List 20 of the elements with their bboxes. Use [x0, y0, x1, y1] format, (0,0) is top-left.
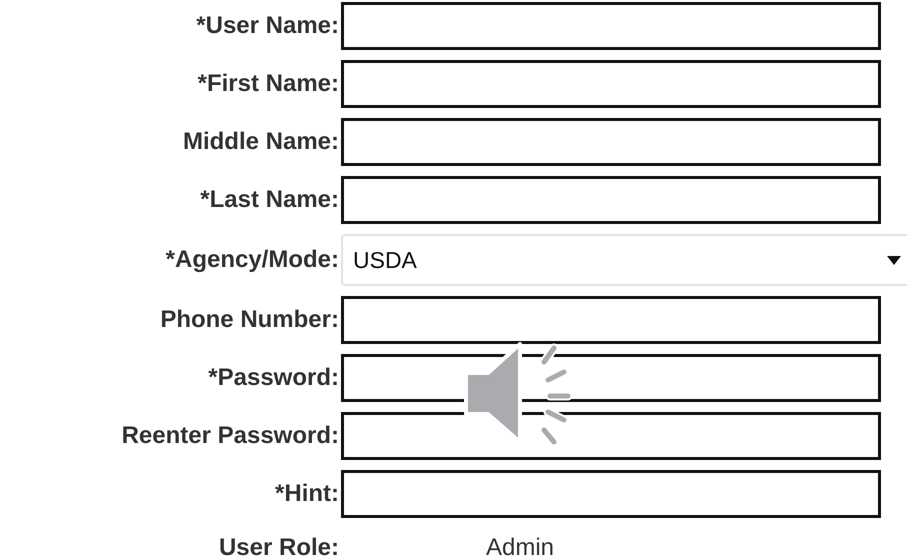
caret-icon: [887, 256, 901, 264]
input-field[interactable]: [341, 412, 881, 460]
input-field[interactable]: [341, 176, 881, 224]
input-field[interactable]: [341, 470, 881, 518]
input-field[interactable]: [341, 296, 881, 344]
field-label: *Hint:: [275, 480, 339, 508]
field-label: *User Name:: [196, 12, 339, 40]
field-label: User Role:: [218, 534, 339, 560]
field-label: *Last Name:: [200, 186, 339, 214]
field-label: Middle Name:: [182, 128, 339, 156]
field-label: Reenter Password:: [122, 422, 339, 450]
field-label: *Password:: [208, 364, 339, 392]
field-label: *Agency/Mode:: [166, 246, 339, 274]
input-field[interactable]: [341, 60, 881, 108]
input-field[interactable]: [341, 2, 881, 50]
field-label: Phone Number:: [160, 306, 339, 334]
input-field[interactable]: [341, 118, 881, 166]
dropdown-field[interactable]: USDA: [341, 234, 907, 286]
field-label: *First Name:: [198, 70, 339, 98]
role-value: Admin: [485, 534, 556, 560]
